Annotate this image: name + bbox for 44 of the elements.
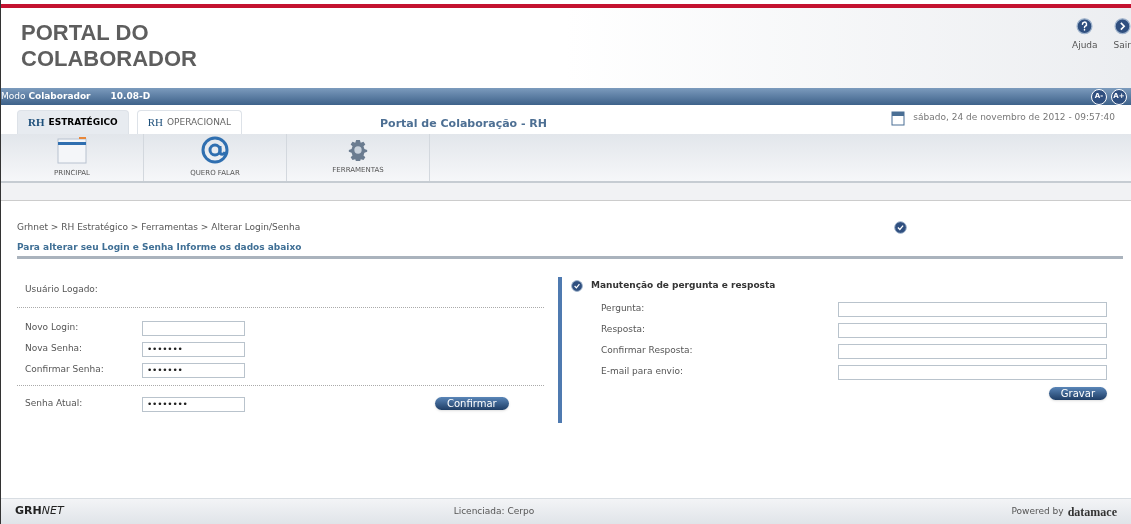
portal-title: PORTAL DO xyxy=(21,20,150,46)
calendar-icon xyxy=(891,110,906,126)
field-label: Senha Atual: xyxy=(25,397,84,411)
page-heading: Portal de Colaboração - RH xyxy=(380,115,548,132)
input-field[interactable]: •••••••• xyxy=(142,396,245,412)
portal-title: COLABORADOR xyxy=(21,46,197,72)
input-field[interactable] xyxy=(838,301,1107,317)
help-icon xyxy=(1076,18,1094,35)
brand-logo: datamace xyxy=(1067,503,1117,521)
field-label: E-mail para envio: xyxy=(601,365,684,379)
help-link[interactable]: Ajuda xyxy=(1071,18,1098,52)
field-label: Nova Senha: xyxy=(25,342,84,356)
check-icon xyxy=(571,279,583,292)
at-sign-icon xyxy=(201,136,229,165)
field-label: Novo Login: xyxy=(25,321,80,335)
input-field[interactable]: ••••••• xyxy=(142,362,245,378)
check-icon xyxy=(894,221,908,235)
submit-button[interactable]: Confirmar xyxy=(435,396,509,410)
input-field[interactable] xyxy=(142,320,245,336)
version-label: 10.08-D xyxy=(110,89,151,103)
field-label: Confirmar Senha: xyxy=(25,363,105,377)
input-field[interactable]: ••••••• xyxy=(142,341,245,357)
input-field[interactable] xyxy=(838,322,1107,338)
gear-icon xyxy=(347,139,369,162)
section-title: Manutenção de pergunta e resposta xyxy=(591,279,776,292)
window-icon xyxy=(57,136,87,165)
module-tab[interactable]: RH ESTRATÉGICO xyxy=(17,110,129,134)
product-logo: GRHNET xyxy=(15,503,64,520)
arrow-right-icon xyxy=(1113,18,1131,35)
exit-link[interactable]: Sair xyxy=(1113,18,1131,52)
license-text: Licenciada: Cerpo xyxy=(453,504,535,518)
submit-button[interactable]: Gravar xyxy=(1048,386,1107,400)
module-tab[interactable]: RH OPERACIONAL xyxy=(136,110,243,134)
powered-by-text: Powered by xyxy=(1011,504,1064,518)
input-field[interactable] xyxy=(838,343,1107,359)
breadcrumb: Grhnet > RH Estratégico > Ferramentas > Alterar Login/Senha xyxy=(17,221,301,234)
instruction-text: Para alterar seu Login e Senha Informe os dados abaixo xyxy=(17,240,303,254)
input-field[interactable] xyxy=(838,364,1107,380)
field-label: Usuário Logado: xyxy=(24,283,99,296)
field-label: Resposta: xyxy=(601,323,647,337)
field-label: Pergunta: xyxy=(601,302,646,316)
field-label: Confirmar Resposta: xyxy=(601,344,694,358)
mode-label: Modo Colaborador xyxy=(1,89,91,103)
date-time: sábado, 24 de novembro de 2012 - 09:57:40 xyxy=(913,111,1115,125)
